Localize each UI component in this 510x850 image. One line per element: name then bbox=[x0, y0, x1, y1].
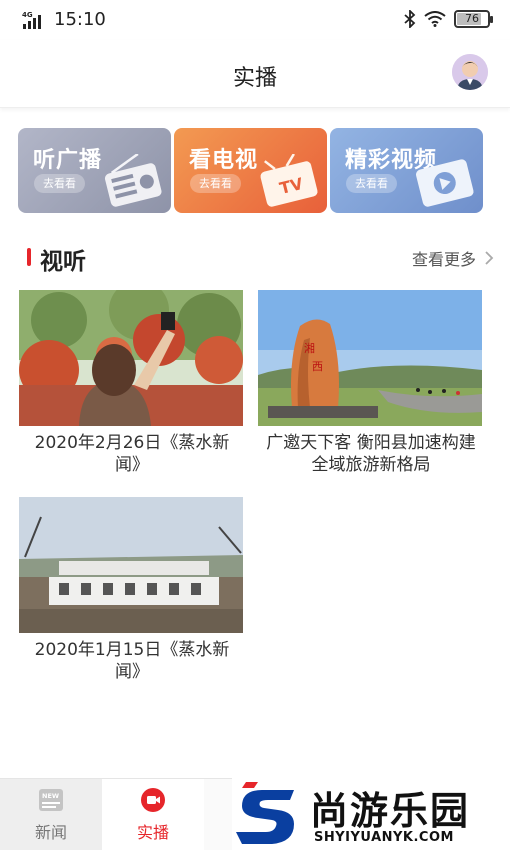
svg-text:NEW: NEW bbox=[42, 792, 59, 800]
radio-card[interactable]: 听广播 去看看 bbox=[18, 128, 171, 213]
watermark-url: SHYIYUANYK.COM bbox=[314, 830, 454, 845]
tv-card[interactable]: 看电视 去看看 TV bbox=[174, 128, 327, 213]
radio-icon bbox=[104, 154, 162, 207]
video-item[interactable]: 湘 西 广邀天下客 衡阳县加速构建全域旅游新格局 bbox=[258, 290, 484, 476]
video-thumbnail[interactable]: 湘 西 bbox=[258, 290, 482, 426]
video-item[interactable]: 2020年2月26日《蒸水新闻》 bbox=[19, 290, 245, 476]
thumbnail-image: 湘 西 bbox=[258, 290, 482, 426]
svg-text:西: 西 bbox=[312, 360, 323, 373]
battery-indicator: 76 bbox=[454, 10, 493, 28]
tab-live[interactable]: 实播 bbox=[102, 779, 204, 850]
live-camera-icon bbox=[141, 788, 165, 812]
tab-news[interactable]: NEW 新闻 bbox=[0, 779, 102, 850]
news-icon: NEW bbox=[39, 789, 63, 811]
section-title: 视听 bbox=[40, 249, 86, 275]
video-card-action[interactable]: 去看看 bbox=[346, 174, 397, 193]
view-more-link[interactable]: 查看更多 bbox=[412, 246, 494, 270]
view-more-label: 查看更多 bbox=[411, 250, 476, 269]
wifi-icon bbox=[424, 11, 446, 27]
radio-card-title: 听广播 bbox=[33, 148, 103, 173]
section-accent-bar bbox=[27, 248, 31, 266]
thumbnail-image bbox=[19, 497, 243, 633]
watermark-text: 尚游乐园 bbox=[310, 789, 471, 833]
svg-text:湘: 湘 bbox=[304, 341, 315, 355]
video-card[interactable]: 精彩视频 去看看 bbox=[330, 128, 483, 213]
user-avatar-icon bbox=[452, 54, 488, 90]
app-header: 实播 bbox=[0, 40, 510, 108]
watermark: 尚游乐园 SHYIYUANYK.COM bbox=[232, 778, 510, 850]
video-thumbnail[interactable] bbox=[19, 497, 243, 633]
battery-level: 76 bbox=[465, 12, 479, 25]
tab-live-label: 实播 bbox=[136, 823, 169, 842]
tv-card-title: 看电视 bbox=[189, 148, 259, 173]
tv-card-action[interactable]: 去看看 bbox=[190, 174, 241, 193]
watermark-logo-icon bbox=[236, 782, 294, 844]
play-video-icon bbox=[415, 159, 474, 207]
status-bar: 4G 15:10 76 bbox=[0, 0, 510, 40]
avatar[interactable] bbox=[452, 54, 488, 90]
category-cards: 听广播 去看看 看电视 去看看 TV 精彩视频 去看看 bbox=[18, 128, 484, 213]
svg-text:4G: 4G bbox=[22, 11, 33, 19]
tab-news-label: 新闻 bbox=[34, 823, 67, 842]
thumbnail-image bbox=[19, 290, 243, 426]
chevron-right-icon bbox=[485, 251, 494, 265]
status-time: 15:10 bbox=[54, 9, 106, 30]
signal-icon: 4G bbox=[22, 11, 41, 29]
bluetooth-icon bbox=[404, 10, 416, 28]
video-thumbnail[interactable] bbox=[19, 290, 243, 426]
video-title[interactable]: 广邀天下客 衡阳县加速构建全域旅游新格局 bbox=[258, 432, 484, 476]
page-title: 实播 bbox=[232, 66, 277, 91]
tv-icon: TV bbox=[260, 154, 318, 207]
video-item[interactable]: 2020年1月15日《蒸水新闻》 bbox=[19, 497, 245, 683]
radio-card-action[interactable]: 去看看 bbox=[34, 174, 85, 193]
video-title[interactable]: 2020年1月15日《蒸水新闻》 bbox=[19, 639, 245, 683]
video-title[interactable]: 2020年2月26日《蒸水新闻》 bbox=[19, 432, 245, 476]
